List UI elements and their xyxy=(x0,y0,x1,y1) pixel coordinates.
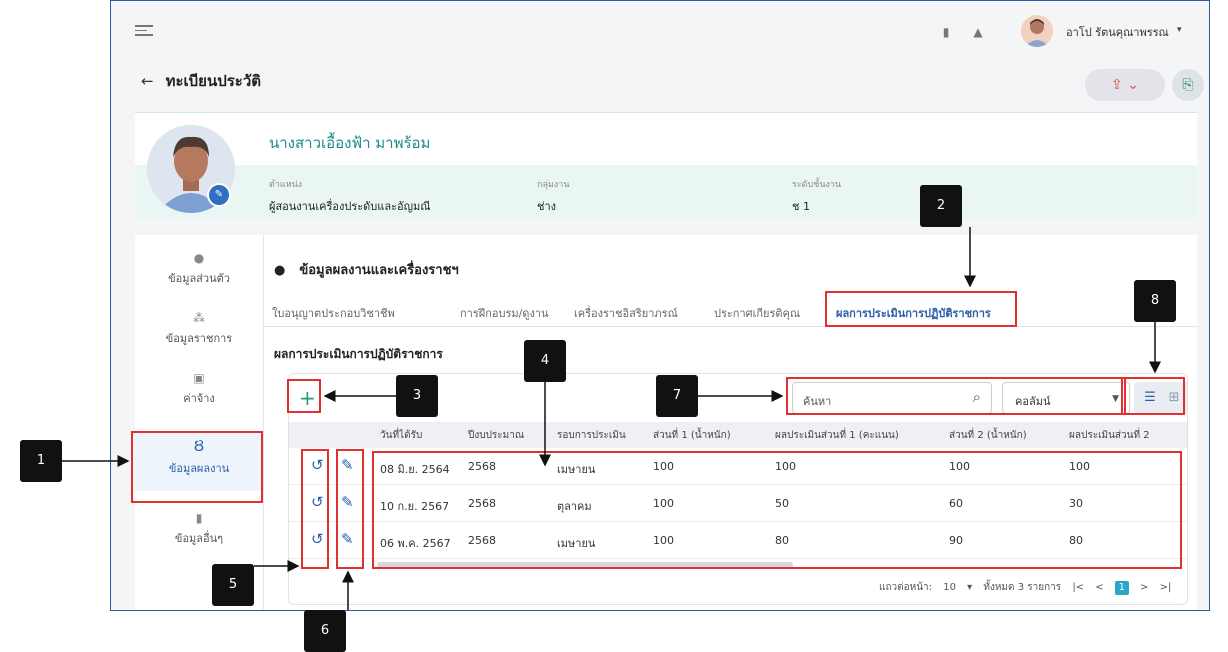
annotation-frame-add xyxy=(287,379,321,413)
callout-3: 3 xyxy=(396,375,438,417)
callout-8: 8 xyxy=(1134,280,1176,322)
callout-5: 5 xyxy=(212,564,254,606)
bookmark-icon: ▮ xyxy=(195,511,203,525)
document-search-button[interactable]: ⎘ xyxy=(1172,69,1204,101)
level-value: ช 1 xyxy=(792,200,810,213)
profile-card: ✎ นางสาวเอื้องฟ้า มาพร้อม ตำแหน่ง ผู้สอน… xyxy=(135,112,1197,219)
section-title: ● ข้อมูลผลงานและเครื่องราชฯ xyxy=(274,259,459,280)
sidebar-item-label: ข้อมูลราชการ xyxy=(165,332,233,345)
book-icon[interactable]: ▮ xyxy=(937,23,955,41)
employee-name: นางสาวเอื้องฟ้า มาพร้อม xyxy=(269,134,431,152)
pagination: แถวต่อหน้า: 10 ▾ ทั้งหมด 3 รายการ |< < 1… xyxy=(879,580,1179,595)
column-header[interactable]: รอบการประเมิน xyxy=(557,428,626,443)
total-count: ทั้งหมด 3 รายการ xyxy=(983,582,1062,593)
tab-license[interactable]: ใบอนุญาตประกอบวิชาชีพ xyxy=(272,304,395,322)
page-number[interactable]: 1 xyxy=(1114,581,1129,595)
rows-per-page-select[interactable]: 10 xyxy=(943,582,956,593)
callout-4: 4 xyxy=(524,340,566,382)
chevron-down-icon[interactable]: ▾ xyxy=(1177,25,1182,35)
sidebar-item-government[interactable]: ⁂ ข้อมูลราชการ xyxy=(135,307,263,365)
callout-6: 6 xyxy=(304,610,346,652)
person-icon: ● xyxy=(274,263,286,278)
level-label: ระดับชั้นงาน xyxy=(792,180,842,190)
sidebar-item-personal[interactable]: ● ข้อมูลส่วนตัว xyxy=(135,247,263,305)
sidebar-item-salary[interactable]: ▣ ค่าจ้าง xyxy=(135,367,263,425)
position-value: ผู้สอนงานเครื่องประดับและอัญมณี xyxy=(269,200,431,213)
edit-avatar-icon[interactable]: ✎ xyxy=(207,183,231,207)
callout-1: 1 xyxy=(20,440,62,482)
page-title-text: ทะเบียนประวัติ xyxy=(165,72,262,90)
annotation-frame-sidebar xyxy=(131,431,263,503)
back-arrow-icon[interactable]: ← xyxy=(141,72,154,90)
user-name[interactable]: อาโป รัตนคุณาพรรณ xyxy=(1066,23,1169,41)
person-icon: ● xyxy=(193,251,205,265)
column-header[interactable]: ปีงบประมาณ xyxy=(468,428,524,443)
table-title: ผลการประเมินการปฏิบัติราชการ xyxy=(274,347,443,361)
annotation-frame-search xyxy=(786,377,1126,415)
top-bar: ▮ ▲ อาโป รัตนคุณาพรรณ ▾ xyxy=(111,1,1209,61)
people-icon: ⁂ xyxy=(193,311,205,325)
menu-collapse-icon[interactable] xyxy=(135,25,153,41)
annotation-frame-rows xyxy=(372,451,1182,569)
user-avatar[interactable] xyxy=(1021,15,1053,47)
bell-icon[interactable]: ▲ xyxy=(969,23,987,41)
column-header[interactable]: ผลประเมินส่วนที่ 1 (คะแนน) xyxy=(775,428,899,443)
money-icon: ▣ xyxy=(193,371,205,385)
tab-bar: ใบอนุญาตประกอบวิชาชีพ การฝึกอบรม/ดูงาน เ… xyxy=(264,297,1198,327)
annotation-frame-history xyxy=(301,449,329,569)
tab-training[interactable]: การฝึกอบรม/ดูงาน xyxy=(460,304,549,322)
prev-page-button[interactable]: < xyxy=(1095,582,1103,593)
section-title-text: ข้อมูลผลงานและเครื่องราชฯ xyxy=(299,263,459,278)
column-header[interactable]: ผลประเมินส่วนที่ 2 xyxy=(1069,428,1150,443)
export-dropdown-button[interactable]: ⇪ ⌄ xyxy=(1085,69,1165,101)
callout-7: 7 xyxy=(656,375,698,417)
annotation-frame-edit xyxy=(336,449,364,569)
tab-royal-decoration[interactable]: เครื่องราชอิสริยาภรณ์ xyxy=(574,304,678,322)
sidebar-item-label: ข้อมูลส่วนตัว xyxy=(168,272,230,285)
callout-2: 2 xyxy=(920,185,962,227)
rows-per-page-label: แถวต่อหน้า: xyxy=(879,582,933,593)
sidebar: ● ข้อมูลส่วนตัว ⁂ ข้อมูลราชการ ▣ ค่าจ้าง… xyxy=(135,235,263,610)
sidebar-item-other[interactable]: ▮ ข้อมูลอื่นๆ xyxy=(135,507,263,565)
annotation-frame-view-toggle xyxy=(1121,377,1185,415)
page-title: ← ทะเบียนประวัติ xyxy=(141,69,261,93)
level-field: ระดับชั้นงาน ช 1 xyxy=(792,177,841,215)
position-label: ตำแหน่ง xyxy=(269,180,303,190)
sidebar-item-label: ค่าจ้าง xyxy=(183,392,215,405)
sidebar-item-label: ข้อมูลอื่นๆ xyxy=(174,532,224,545)
first-page-button[interactable]: |< xyxy=(1072,582,1084,593)
annotation-frame-tab xyxy=(825,291,1017,327)
chevron-down-icon[interactable]: ▾ xyxy=(967,582,972,593)
column-header[interactable]: วันที่ได้รับ xyxy=(380,428,422,443)
last-page-button[interactable]: >| xyxy=(1160,582,1172,593)
column-header[interactable]: ส่วนที่ 1 (น้ำหนัก) xyxy=(653,428,731,443)
next-page-button[interactable]: > xyxy=(1140,582,1148,593)
column-header[interactable]: ส่วนที่ 2 (น้ำหนัก) xyxy=(949,428,1027,443)
group-field: กลุ่มงาน ช่าง xyxy=(537,177,570,215)
app-window: ▮ ▲ อาโป รัตนคุณาพรรณ ▾ ← ทะเบียนประวัติ … xyxy=(110,0,1210,611)
table-header: วันที่ได้รับ ปีงบประมาณ รอบการประเมิน ส่… xyxy=(289,422,1187,448)
group-value: ช่าง xyxy=(537,200,557,213)
group-label: กลุ่มงาน xyxy=(537,180,570,190)
position-field: ตำแหน่ง ผู้สอนงานเครื่องประดับและอัญมณี xyxy=(269,177,430,215)
tab-honors[interactable]: ประกาศเกียรติคุณ xyxy=(714,304,800,322)
